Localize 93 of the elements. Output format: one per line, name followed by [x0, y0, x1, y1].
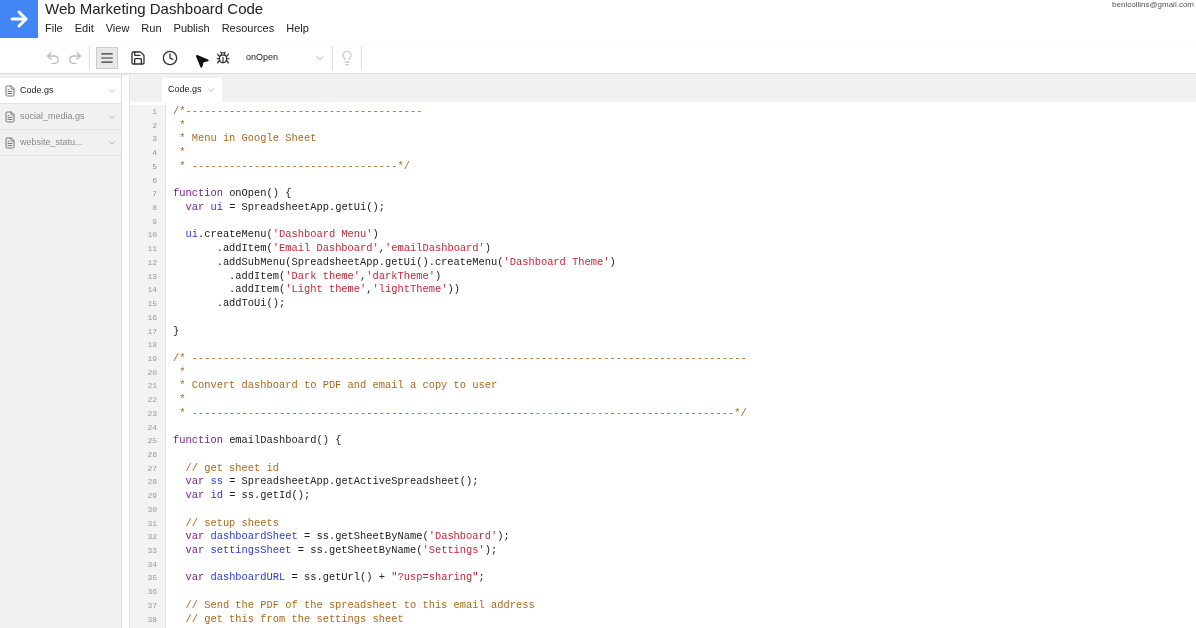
- code-line: var settingsSheet = ss.getSheetByName('Settings');: [184, 544, 498, 556]
- code-line: .addItem('Light theme','lightTheme')): [228, 283, 460, 296]
- account-email[interactable]: benlcollins@gmail.com: [1112, 0, 1194, 10]
- line-number: 5: [152, 160, 157, 173]
- line-number: 18: [147, 339, 157, 352]
- line-number: 1: [152, 106, 157, 118]
- save-icon[interactable]: [130, 49, 146, 66]
- line-number: 6: [152, 174, 157, 187]
- mouse-cursor-icon: [194, 52, 210, 69]
- code-line: var id = ss.getId();: [184, 489, 311, 502]
- code-line: function onOpen() {: [173, 187, 292, 200]
- menu-item[interactable]: Help: [286, 20, 309, 37]
- file-name: Code.gs: [20, 83, 55, 97]
- line-number: 12: [147, 256, 157, 269]
- code-line: ui.createMenu('Dashboard Menu'): [184, 228, 379, 241]
- menu-item[interactable]: File: [45, 20, 63, 37]
- menu-item[interactable]: Publish: [173, 20, 210, 37]
- file-icon: [4, 110, 16, 123]
- line-number: 19: [147, 352, 157, 365]
- line-number: 31: [147, 517, 157, 530]
- line-number: 29: [147, 490, 157, 503]
- line-number: 15: [147, 298, 157, 311]
- line-number: 8: [152, 202, 157, 215]
- line-number: 7: [152, 188, 157, 201]
- line-number: 9: [152, 215, 157, 228]
- code-line: var ss = SpreadsheetApp.getActiveSpreadsheet();: [184, 475, 479, 488]
- code-line: // Send the PDF of the spreadsheet to this email address: [184, 598, 535, 611]
- line-number: 4: [152, 147, 157, 160]
- code-line: * Menu in Google Sheet: [178, 132, 317, 145]
- list-icon: [100, 50, 114, 65]
- code-line: var dashboardSheet = ss.getSheetByName('Dashboard');: [184, 530, 510, 543]
- code-line: // get sheet id: [184, 461, 279, 474]
- code-line: .addToUi();: [215, 297, 286, 310]
- line-number: 34: [147, 558, 157, 571]
- menu-item[interactable]: View: [105, 20, 130, 37]
- app-logo[interactable]: [0, 0, 38, 38]
- code-line: * Convert dashboard to PDF and email a copy to user: [178, 379, 498, 392]
- code-line: function emailDashboard() {: [173, 434, 342, 447]
- line-number: 35: [147, 572, 157, 585]
- line-number: 21: [147, 380, 157, 393]
- line-number: 24: [147, 421, 157, 434]
- line-number: 25: [147, 435, 157, 448]
- script-file[interactable]: Code.gs: [0, 78, 121, 104]
- line-number: 17: [147, 325, 157, 338]
- line-number: 23: [147, 407, 157, 420]
- code-line: *: [178, 393, 186, 406]
- indent-button[interactable]: [96, 46, 118, 69]
- code-line: }: [173, 324, 180, 337]
- code-line: *: [178, 146, 186, 159]
- line-number: 22: [147, 394, 157, 407]
- file-icon: [4, 84, 16, 97]
- line-number: 3: [152, 133, 157, 146]
- line-number: 16: [147, 311, 157, 324]
- line-number: 10: [147, 229, 157, 242]
- code-line: *: [178, 118, 186, 131]
- line-number: 36: [147, 586, 157, 599]
- menu-item[interactable]: Run: [141, 20, 162, 37]
- code-line: /*--------------------------------------: [173, 105, 423, 117]
- code-line: .addItem('Dark theme','darkTheme'): [228, 269, 442, 282]
- code-line: * ---------------------------------------------------------------------------------------*/: [178, 406, 747, 419]
- code-line: var dashboardURL = ss.getUrl() + "?usp=sharing";: [184, 571, 485, 584]
- code-line: .addSubMenu(SpreadsheetApp.getUi().createMenu('Dashboard Theme'): [215, 255, 616, 268]
- code-line: *: [178, 365, 186, 378]
- code-line: // setup sheets: [184, 516, 279, 529]
- code-line: var ui = SpreadsheetApp.getUi();: [184, 201, 386, 214]
- line-number: 30: [147, 503, 157, 516]
- function-select[interactable]: onOpen: [246, 50, 326, 65]
- menu-item[interactable]: Edit: [74, 20, 94, 37]
- code-line: /* -----------------------------------------------------------------------------------------: [173, 351, 747, 364]
- line-number: 38: [147, 613, 157, 626]
- bug-icon[interactable]: [216, 50, 230, 65]
- line-number: 14: [147, 284, 157, 297]
- line-number: 32: [147, 531, 157, 544]
- line-number: 11: [147, 243, 157, 256]
- line-number: 20: [147, 366, 157, 379]
- clock-icon[interactable]: [162, 49, 178, 66]
- code-line: * ---------------------------------*/: [178, 159, 410, 172]
- line-number: 27: [147, 462, 157, 475]
- code-line: // get this from the settings sheet: [184, 612, 404, 625]
- menu-item[interactable]: Resources: [221, 20, 275, 37]
- line-number: 33: [147, 545, 157, 557]
- line-number: 37: [147, 599, 157, 612]
- editor-tab[interactable]: Code.gs: [162, 78, 222, 102]
- line-number: 13: [147, 270, 157, 283]
- file-name: social_media.gs: [20, 109, 86, 123]
- file-name: website_statu...: [20, 135, 84, 149]
- code-line: .addItem('Email Dashboard','emailDashboard'): [215, 242, 492, 255]
- caret-icon: [205, 85, 216, 95]
- line-number: 2: [152, 119, 157, 132]
- line-number: 26: [147, 448, 157, 461]
- project-title[interactable]: Web Marketing Dashboard Code: [45, 0, 264, 17]
- line-number: 28: [147, 476, 157, 489]
- file-icon: [4, 136, 16, 149]
